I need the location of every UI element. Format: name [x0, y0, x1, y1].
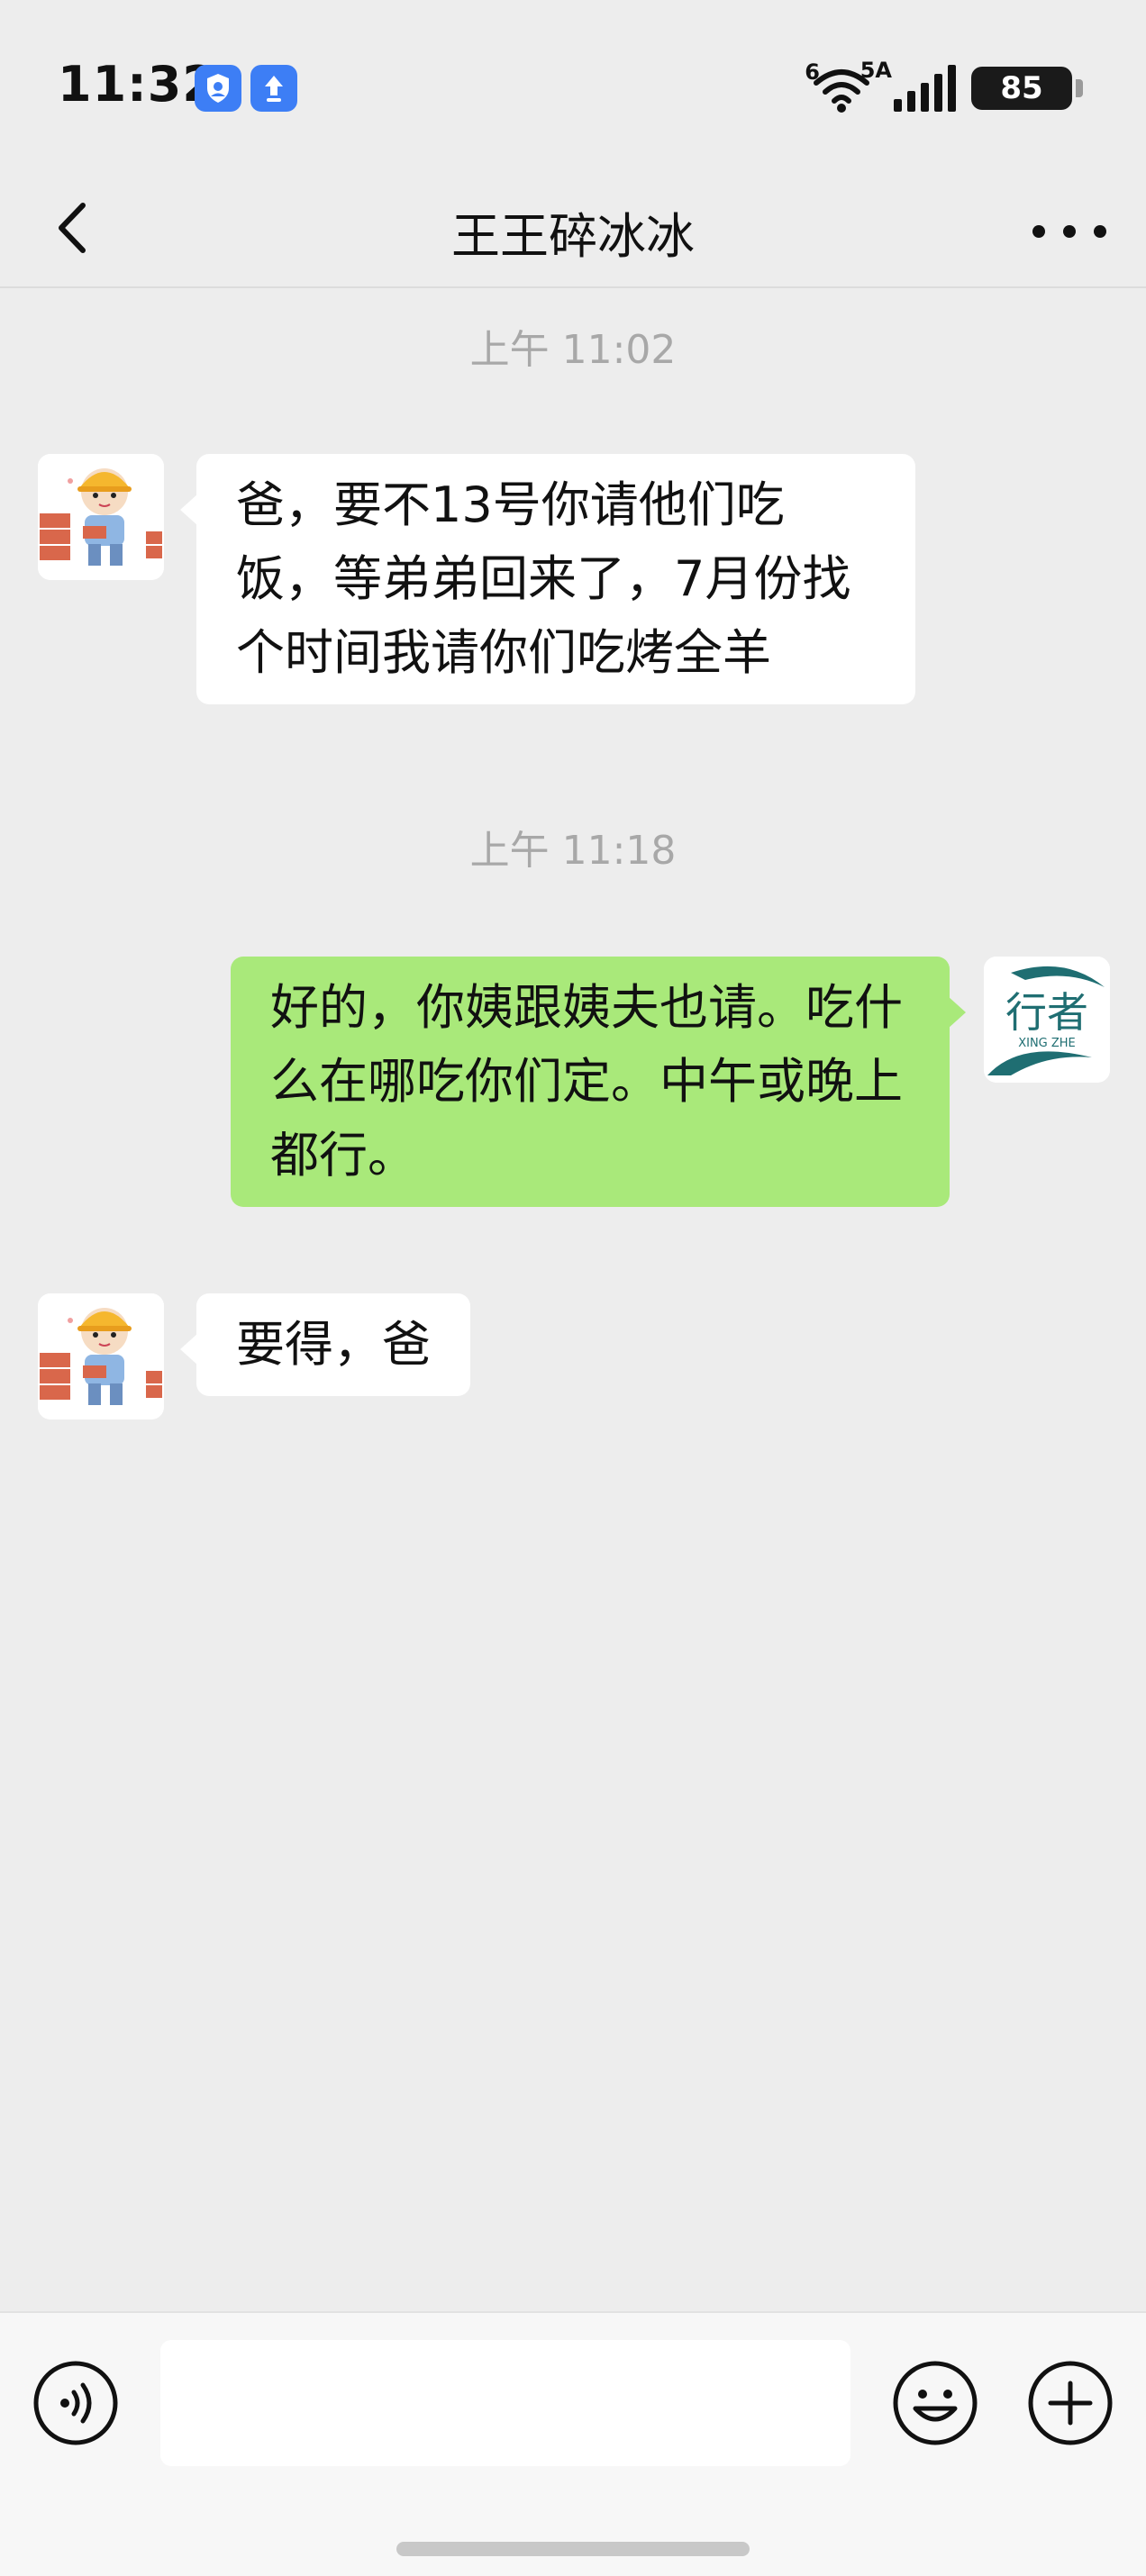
plus-button[interactable]	[1027, 2360, 1114, 2446]
message-text: 好的，你姨跟姨夫也请。吃什么在哪吃你们定。中午或晚上都行。	[270, 979, 903, 1184]
battery-icon: 85	[971, 67, 1083, 110]
wifi-label: 6	[805, 59, 820, 85]
status-bar: 11:32 6 5A 85	[0, 0, 1146, 171]
chat-screen: 11:32 6 5A 85 王王碎冰冰 上午 11:02 爸，要不13号你请他们…	[0, 0, 1146, 2576]
battery-level: 85	[1000, 70, 1043, 106]
home-indicator[interactable]	[396, 2542, 750, 2556]
status-time: 11:32	[58, 56, 217, 113]
timestamp: 上午 11:02	[469, 327, 677, 373]
plus-icon	[1028, 2361, 1113, 2445]
timestamp: 上午 11:18	[469, 828, 677, 874]
message-bubble-received[interactable]: 要得，爸	[180, 1293, 470, 1396]
more-dots-icon	[1032, 225, 1045, 238]
emoji-button[interactable]	[892, 2360, 978, 2446]
chat-header: 王王碎冰冰	[0, 171, 1146, 288]
voice-icon	[33, 2361, 118, 2445]
contact-avatar[interactable]	[38, 454, 164, 580]
chat-title: 王王碎冰冰	[451, 208, 695, 265]
input-bar	[0, 2311, 1146, 2576]
profile-shield-icon	[195, 65, 241, 112]
upload-icon	[250, 65, 297, 112]
more-button[interactable]	[1029, 198, 1110, 261]
signal-icon	[894, 65, 956, 112]
contact-avatar[interactable]	[38, 1293, 164, 1420]
message-bubble-sent[interactable]: 好的，你姨跟姨夫也请。吃什么在哪吃你们定。中午或晚上都行。	[231, 957, 966, 1207]
message-input[interactable]	[160, 2340, 850, 2466]
network-label: 5A	[860, 58, 892, 83]
my-avatar[interactable]: 行者 XING ZHE	[984, 957, 1110, 1083]
emoji-icon	[893, 2361, 978, 2445]
brand-text: 行者	[1005, 988, 1088, 1037]
brand-logo-icon: 行者 XING ZHE	[984, 957, 1110, 1083]
status-indicators: 6 5A 85	[777, 58, 1083, 113]
message-text: 要得，爸	[236, 1316, 431, 1373]
message-bubble-received[interactable]: 爸，要不13号你请他们吃饭，等弟弟回来了，7月份找个时间我请你们吃烤全羊	[180, 454, 915, 704]
voice-button[interactable]	[32, 2360, 119, 2446]
brand-subtext: XING ZHE	[1018, 1037, 1076, 1050]
message-text: 爸，要不13号你请他们吃饭，等弟弟回来了，7月份找个时间我请你们吃烤全羊	[236, 476, 851, 681]
